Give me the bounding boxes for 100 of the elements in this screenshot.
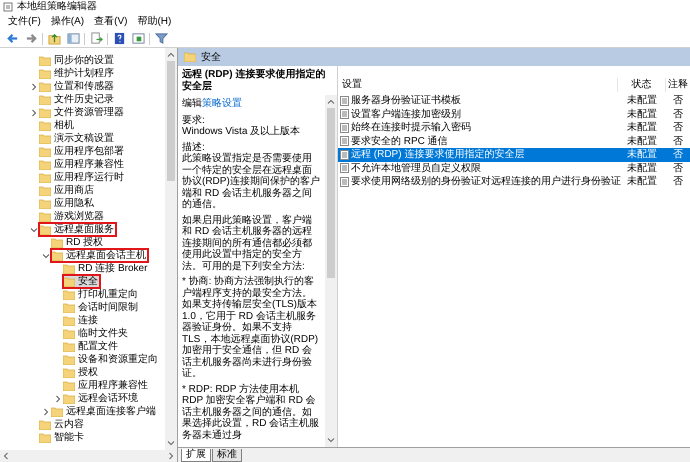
tree-item-label: 安全 [78, 275, 98, 288]
vertical-scrollbar[interactable] [165, 48, 177, 450]
tree-item[interactable]: 远程桌面服务 [39, 223, 116, 236]
setting-state: 未配置 [626, 162, 658, 175]
tree-item-label: 应用程序兼容性 [54, 158, 124, 171]
tree-item[interactable]: 打印机重定向 [63, 288, 140, 301]
view-tab[interactable]: 扩展 [181, 449, 211, 462]
folder-icon [39, 420, 51, 430]
tree-item[interactable]: 同步你的设置 [39, 54, 116, 67]
folder-icon [39, 146, 51, 156]
table-row[interactable]: 远程 (RDP) 连接要求使用指定的安全层 未配置 否 [338, 148, 690, 162]
folder-icon [63, 342, 75, 352]
chevron-down-icon[interactable] [42, 252, 50, 260]
menu-item[interactable]: 帮助(H) [137, 16, 172, 28]
tree-item-label: 临时文件夹 [78, 327, 128, 340]
folder-icon [39, 160, 51, 170]
folder-icon [63, 394, 75, 404]
setting-name: 要求安全的 RPC 通信 [351, 134, 448, 148]
table-row[interactable]: 始终在连接时提示输入密码 未配置 否 [338, 121, 690, 134]
tree-item[interactable]: RD 授权 [51, 236, 106, 249]
folder-icon [39, 120, 51, 130]
chevron-down-icon[interactable] [30, 226, 38, 234]
tree-item[interactable]: 远程会话环境 [63, 392, 140, 405]
scroll-left-icon[interactable] [2, 452, 10, 460]
tree-item[interactable]: 位置和传感器 [39, 80, 116, 93]
tree-item-label: 打印机重定向 [78, 288, 138, 301]
tree-item-label: 文件资源管理器 [54, 106, 124, 119]
setting-state: 未配置 [626, 175, 658, 188]
tree-item[interactable]: 维护计划程序 [39, 67, 116, 80]
menu-item[interactable]: 文件(F) [8, 16, 41, 28]
tree-pane-icon[interactable] [65, 30, 81, 46]
tree-item[interactable]: 文件历史记录 [39, 93, 116, 106]
tree-item[interactable]: 会话时间限制 [63, 301, 140, 314]
menu-item[interactable]: 操作(A) [50, 16, 84, 28]
table-row[interactable]: 设置客户端连接加密级别 未配置 否 [338, 108, 690, 121]
scroll-up-icon[interactable] [167, 51, 175, 59]
scroll-right-icon[interactable] [167, 452, 175, 460]
scroll-up-icon[interactable] [327, 98, 335, 106]
setting-note: 否 [672, 134, 684, 148]
tree-item-label: 设备和资源重定向 [78, 353, 158, 366]
table-row[interactable]: 服务器身份验证证书模板 未配置 否 [338, 94, 690, 108]
tree-item[interactable]: 应用程序兼容性 [63, 379, 150, 392]
setting-note: 否 [672, 121, 684, 134]
description-paragraph: Windows Vista 及以上版本 [182, 126, 302, 138]
policy-icon [340, 96, 349, 106]
description-paragraph: 此策略设置指定是否需要使用一个特定的安全层在远程桌面协议(RDP)连接期间保护的客户端和 RD 会话主机服务器之间的通信。 [182, 153, 321, 210]
scroll-down-icon[interactable] [327, 436, 335, 444]
tree-item[interactable]: 云内容 [39, 418, 86, 431]
folder-icon [39, 186, 51, 196]
table-row[interactable]: 不允许本地管理员自定义权限 未配置 否 [338, 162, 690, 175]
view-tab[interactable]: 标准 [212, 449, 242, 462]
tree-item[interactable]: RD 连接 Broker [63, 262, 150, 275]
tree-item-label: 远程会话环境 [78, 392, 138, 405]
folder-icon [39, 432, 51, 442]
tree-item-label: 远程桌面会话主机 [66, 249, 146, 262]
scroll-down-icon[interactable] [167, 439, 175, 447]
folder-icon [63, 328, 75, 338]
tree-item[interactable]: 授权 [63, 366, 100, 379]
setting-note: 否 [672, 162, 684, 175]
table-row[interactable]: 要求使用网络级别的身份验证对远程连接的用户进行身份验证 未配置 否 [338, 175, 690, 188]
tree-item[interactable]: 应用程序运行时 [39, 171, 126, 184]
column-header[interactable]: 状态 [618, 78, 666, 92]
tree-item[interactable]: 应用商店 [39, 184, 96, 197]
setting-state: 未配置 [626, 108, 658, 121]
tree-item[interactable]: 应用隐私 [39, 197, 96, 210]
tree-item-label: 云内容 [54, 418, 84, 431]
chevron-right-icon[interactable] [30, 82, 38, 90]
setting-name: 不允许本地管理员自定义权限 [351, 162, 481, 175]
vertical-scrollbar[interactable] [325, 95, 337, 447]
tree-item[interactable]: 演示文稿设置 [39, 132, 116, 145]
tree-item[interactable]: 游戏浏览器 [39, 210, 106, 223]
scrollbar-thumb[interactable] [167, 61, 175, 181]
setting-name: 设置客户端连接加密级别 [351, 108, 461, 121]
chevron-right-icon[interactable] [30, 108, 38, 116]
tree-item[interactable]: 设备和资源重定向 [63, 353, 160, 366]
tree-item[interactable]: 应用程序兼容性 [39, 158, 126, 171]
scrollbar-thumb[interactable] [327, 108, 335, 278]
folder-icon [39, 108, 51, 118]
window-icon[interactable] [130, 30, 146, 46]
setting-name: 服务器身份验证证书模板 [351, 94, 461, 108]
tree-item[interactable]: 文件资源管理器 [39, 106, 126, 119]
tree-item[interactable]: 临时文件夹 [63, 327, 130, 340]
column-header[interactable]: 注释 [666, 78, 690, 92]
tree-item[interactable]: 应用程序包部署 [39, 145, 126, 158]
setting-note: 否 [672, 148, 684, 162]
tree-item[interactable]: 远程桌面连接客户端 [51, 405, 158, 418]
filter-icon[interactable] [153, 30, 169, 46]
table-row[interactable]: 要求安全的 RPC 通信 未配置 否 [338, 134, 690, 148]
folder-icon [39, 68, 51, 78]
tree-item[interactable]: 配置文件 [63, 340, 120, 353]
policy-settings-link[interactable]: 策略设置 [202, 98, 242, 109]
tree-item[interactable]: 相机 [39, 119, 76, 132]
menu-item[interactable]: 查看(V) [94, 16, 128, 28]
tree-item[interactable]: 连接 [63, 314, 100, 327]
column-header[interactable]: 设置 [338, 78, 618, 92]
tree-item[interactable]: 远程桌面会话主机 [51, 249, 148, 262]
horizontal-scrollbar[interactable] [0, 450, 177, 462]
tree-item[interactable]: 智能卡 [39, 431, 86, 444]
tree-item[interactable]: 安全 [63, 275, 100, 288]
setting-name: 始终在连接时提示输入密码 [351, 121, 471, 134]
